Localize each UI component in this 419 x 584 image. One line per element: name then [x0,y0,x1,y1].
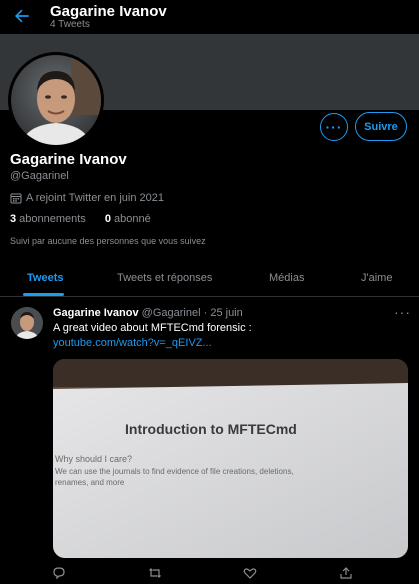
media-slide-bullet-2: renames, and more [55,478,125,487]
back-arrow-icon[interactable] [12,6,32,26]
followers-link[interactable]: 0 abonné [105,213,151,225]
tweet-author[interactable]: Gagarine Ivanov [53,307,139,319]
follow-stats: 3 abonnements 0 abonné [10,213,151,225]
tab-tweets-replies[interactable]: Tweets et réponses [117,272,212,284]
following-count: 3 [10,213,17,225]
active-tab-indicator [23,293,64,296]
profile-name: Gagarine Ivanov [10,151,127,168]
tweet-media[interactable]: Introduction to MFTECmd Why should I car… [53,359,408,558]
following-link[interactable]: 3 abonnements [10,213,86,225]
following-label: abonnements [19,213,86,225]
profile-handle: @Gagarinel [10,170,69,182]
tweet-text: A great video about MFTECmd forensic : [53,322,252,334]
more-options-button[interactable]: ··· [320,113,348,141]
tweet-date[interactable]: 25 juin [210,307,242,319]
share-icon[interactable] [339,566,353,580]
tweet-link[interactable]: youtube.com/watch?v=_qEIVZ... [53,337,212,349]
joined-date: A rejoint Twitter en juin 2021 [10,192,164,204]
reply-icon[interactable] [52,566,66,580]
like-icon[interactable] [243,566,257,580]
tab-likes[interactable]: J'aime [361,272,392,284]
calendar-icon [10,193,22,204]
media-slide-title: Introduction to MFTECmd [125,421,297,437]
followed-by-text: Suivi par aucune des personnes que vous … [10,236,206,246]
followers-count: 0 [104,213,111,225]
tweet-avatar[interactable] [11,307,43,339]
profile-tabs: Tweets Tweets et réponses Médias J'aime [0,262,419,297]
tweet-separator: · [203,307,208,319]
followers-label: abonné [113,213,151,225]
media-slide-bullet-1: We can use the journals to find evidence… [55,467,294,476]
retweet-icon[interactable] [148,566,162,580]
top-bar: Gagarine Ivanov 4 Tweets [0,0,419,34]
header-tweet-count: 4 Tweets [50,19,90,30]
header-name: Gagarine Ivanov [50,3,167,20]
tweet-more-icon[interactable]: ··· [394,304,411,320]
follow-button[interactable]: Suivre [355,112,407,141]
tweet-handle: @Gagarinel [141,307,201,319]
joined-text: A rejoint Twitter en juin 2021 [26,192,164,204]
profile-avatar[interactable] [8,52,104,148]
tweet-header: Gagarine Ivanov @Gagarinel · 25 juin [53,307,243,319]
media-slide-question: Why should I care? [55,454,133,464]
tab-tweets[interactable]: Tweets [27,272,63,284]
tab-media[interactable]: Médias [269,272,304,284]
